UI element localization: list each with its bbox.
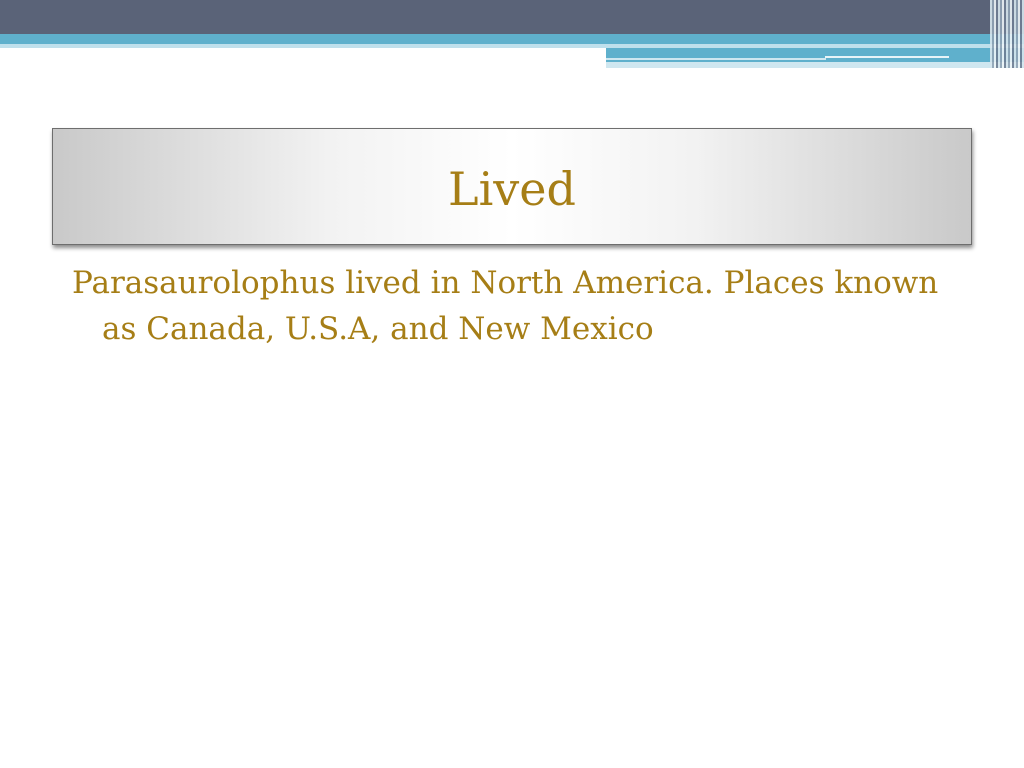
slide-title: Lived [448, 161, 576, 216]
slide-body-text: Parasaurolophus lived in North America. … [72, 265, 939, 347]
header-band-dark [0, 0, 1024, 34]
slide: Lived Parasaurolophus lived in North Ame… [0, 0, 1024, 768]
header-band-blue [0, 34, 1024, 44]
header-band-step-light [606, 62, 1024, 68]
header-band-accent-line-right [825, 56, 949, 58]
title-box: Lived [52, 128, 972, 245]
header-vertical-stripes [990, 0, 1024, 68]
header-band-accent-line [606, 58, 826, 60]
